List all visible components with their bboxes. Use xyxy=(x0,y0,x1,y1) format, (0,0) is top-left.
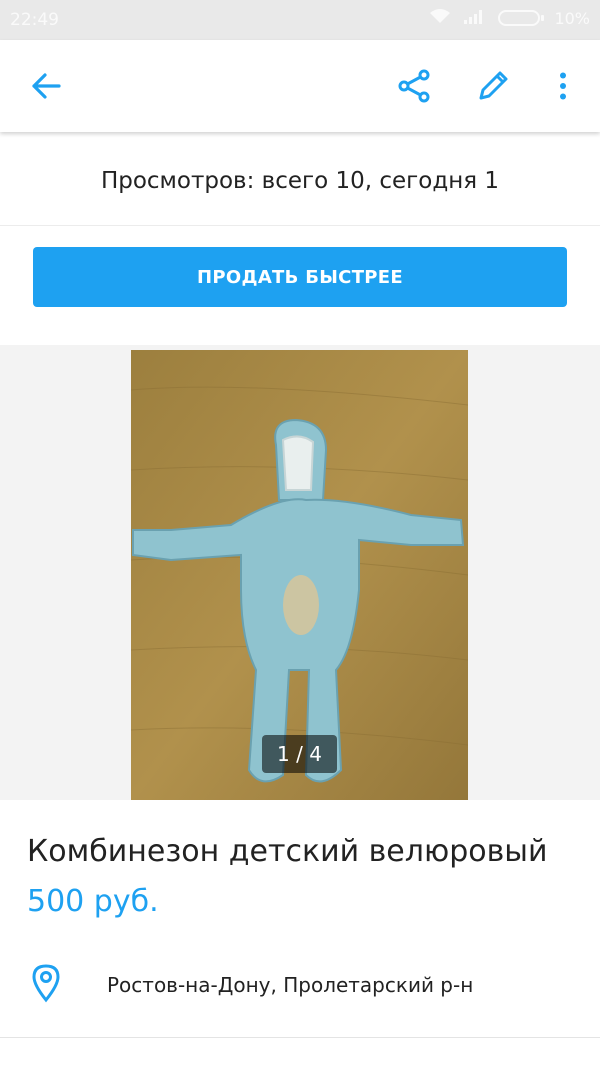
share-icon[interactable] xyxy=(392,64,436,108)
listing-title: Комбинезон детский велюровый xyxy=(27,834,548,869)
status-bar: 22:49 10% xyxy=(0,0,600,40)
photo-counter: 1 / 4 xyxy=(262,735,337,773)
wifi-icon xyxy=(430,8,451,28)
signal-icon xyxy=(464,9,484,28)
arrow-left-icon[interactable] xyxy=(24,64,68,108)
sell-faster-button[interactable]: ПРОДАТЬ БЫСТРЕЕ xyxy=(33,247,567,307)
status-icons: 10% xyxy=(430,8,590,28)
divider xyxy=(0,1037,600,1038)
listing-photo[interactable] xyxy=(131,350,468,800)
battery-level: 10% xyxy=(554,8,590,28)
battery-icon xyxy=(498,10,545,26)
status-time: 22:49 xyxy=(10,10,59,30)
pencil-icon[interactable] xyxy=(471,64,515,108)
location-address: Ростов-на-Дону, Пролетарский р-н xyxy=(107,973,474,997)
photo-gallery[interactable] xyxy=(0,345,600,800)
views-counter: Просмотров: всего 10, сегодня 1 xyxy=(0,136,600,226)
app-toolbar xyxy=(0,40,600,132)
listing-location[interactable]: Ростов-на-Дону, Пролетарский р-н xyxy=(0,955,600,1035)
location-pin-icon xyxy=(30,963,62,1007)
listing-price: 500 руб. xyxy=(27,884,159,919)
more-vertical-icon[interactable] xyxy=(541,64,585,108)
